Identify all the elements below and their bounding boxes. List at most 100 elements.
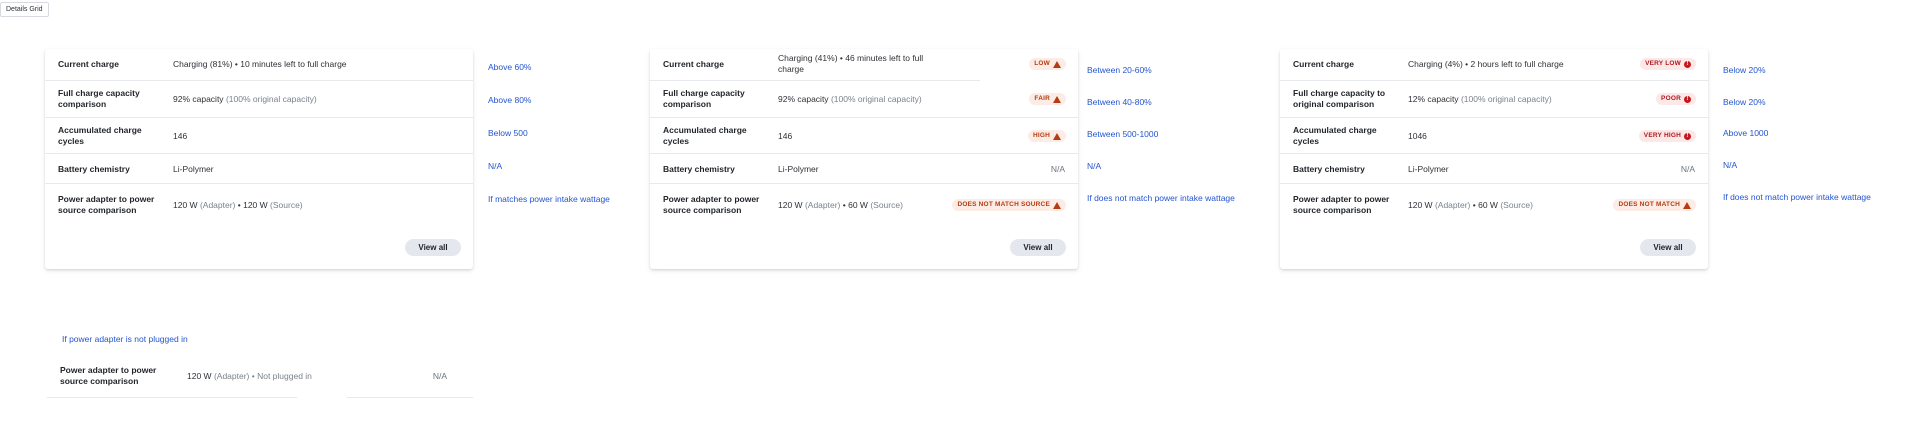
frame-tab[interactable]: Details Grid [0,2,49,17]
row-value: Li-Polymer [1408,164,1449,174]
row-label: Current charge [663,59,724,69]
threshold-note: Between 40-80% [1087,97,1152,107]
status-badge-poor: POOR! [1656,93,1696,105]
row-value: 12% capacity (100% original capacity) [1408,94,1598,105]
value-main: 120 W [778,200,803,210]
row-power-adapter: Power adapter to power source comparison… [45,184,473,226]
status-badge-high: HIGH [1027,130,1066,142]
badge-label: LOW [1034,60,1050,67]
value-mid: • 60 W [1470,200,1498,210]
row-power-adapter: Power adapter to power source comparison… [1280,184,1708,226]
value-main: 120 W [1408,200,1433,210]
row-full-charge-capacity: Full charge capacity comparison 92% capa… [650,81,1078,118]
status-badge-mismatch: DOES NOT MATCH [1613,199,1696,211]
row-label: Current charge [1293,59,1354,69]
row-charge-cycles: Accumulated charge cycles 146 [45,118,473,154]
badge-label: HIGH [1032,132,1050,139]
row-battery-chemistry: Battery chemistry Li-Polymer N/A [1280,154,1708,184]
row-label: Power adapter to power source comparison [663,194,760,215]
row-label: Power adapter to power source comparison [60,365,157,386]
warning-icon [1053,60,1061,68]
value-main: 12% capacity [1408,94,1459,104]
row-charge-cycles: Accumulated charge cycles 1046 VERY HIGH… [1280,118,1708,154]
row-value: Charging (4%) • 2 hours left to full cha… [1408,59,1564,69]
warning-icon [1683,201,1691,209]
row-value: 120 W (Adapter) • Not plugged in [187,371,377,382]
row-label: Full charge capacity to original compari… [1293,88,1386,109]
row-value: Charging (41%) • 46 minutes left to full… [778,53,924,74]
view-all-button[interactable]: View all [1010,239,1066,256]
na-value: N/A [1050,164,1065,174]
battery-card-warning: Current charge Charging (41%) • 46 minut… [650,49,1078,269]
row-value: 92% capacity (100% original capacity) [173,94,363,105]
row-value: 146 [173,131,188,141]
view-all-button[interactable]: View all [405,239,461,256]
value-main: 92% capacity [173,94,224,104]
row-value: 92% capacity (100% original capacity) [778,94,968,105]
row-label: Accumulated charge cycles [1293,125,1377,146]
row-value: 146 [778,131,793,141]
threshold-note: N/A [1723,160,1738,170]
value-muted: (Source) [870,200,903,210]
battery-card-critical: Current charge Charging (4%) • 2 hours l… [1280,49,1708,269]
row-value: 1046 [1408,131,1427,141]
row-value: Li-Polymer [778,164,819,174]
row-battery-chemistry: Battery chemistry Li-Polymer N/A [650,154,1078,184]
value-muted: (100% original capacity) [225,94,317,104]
badge-label: DOES NOT MATCH [1618,201,1680,208]
warning-icon [1053,95,1061,103]
row-charge-cycles: Accumulated charge cycles 146 HIGH [650,118,1078,154]
status-badge-low: LOW [1029,58,1066,70]
badge-label: VERY HIGH [1643,132,1681,139]
row-current-charge: Current charge Charging (81%) • 10 minut… [45,49,473,81]
threshold-note: Below 20% [1723,97,1766,107]
status-badge-very-low: VERY LOW! [1640,58,1696,70]
row-label: Battery chemistry [1293,164,1365,174]
row-value: Li-Polymer [173,164,214,174]
threshold-note: Below 500 [488,128,528,138]
threshold-note: If does not match power intake wattage [1087,193,1235,203]
error-icon: ! [1684,60,1691,68]
value-main: 120 W [173,200,198,210]
value-rest: • Not plugged in [249,371,312,381]
row-divider [47,397,297,398]
value-muted: (Source) [270,200,303,210]
row-full-charge-capacity: Full charge capacity comparison 92% capa… [45,81,473,118]
error-icon: ! [1684,132,1691,140]
row-label: Power adapter to power source comparison [58,194,155,215]
badge-label: DOES NOT MATCH SOURCE [957,201,1050,208]
row-battery-chemistry: Battery chemistry Li-Polymer [45,154,473,184]
row-label: Battery chemistry [663,164,735,174]
row-label: Accumulated charge cycles [663,125,747,146]
row-label: Battery chemistry [58,164,130,174]
row-label: Power adapter to power source comparison [1293,194,1390,215]
value-muted: (Adapter) [213,371,250,381]
threshold-note: N/A [488,161,503,171]
na-value: N/A [1680,164,1695,174]
badge-label: VERY LOW [1645,60,1681,67]
value-mid: • 120 W [235,200,268,210]
warning-icon [1053,132,1061,140]
row-label: Full charge capacity comparison [663,88,745,109]
na-value: N/A [432,371,447,381]
threshold-note: Between 20-60% [1087,65,1152,75]
threshold-note: Above 80% [488,95,532,105]
status-badge-very-high: VERY HIGH! [1638,130,1696,142]
badge-label: POOR [1661,95,1681,102]
threshold-note: N/A [1087,161,1102,171]
threshold-note: Above 1000 [1723,128,1769,138]
row-label: Current charge [58,59,119,69]
row-current-charge: Current charge Charging (41%) • 46 minut… [650,49,980,81]
value-main: 120 W [187,371,212,381]
threshold-note: If does not match power intake wattage [1723,192,1871,202]
row-value: Charging (81%) • 10 minutes left to full… [173,59,347,69]
row-label: Accumulated charge cycles [58,125,142,146]
threshold-note: Below 20% [1723,65,1766,75]
view-all-button[interactable]: View all [1640,239,1696,256]
status-badge-mismatch: DOES NOT MATCH SOURCE [952,199,1066,211]
threshold-note: If matches power intake wattage [488,194,610,204]
warning-icon [1053,201,1061,209]
row-value: 120 W (Adapter) • 60 W (Source) [1408,200,1598,211]
value-muted: (100% original capacity) [830,94,922,104]
value-muted: (Adapter) [1434,200,1471,210]
